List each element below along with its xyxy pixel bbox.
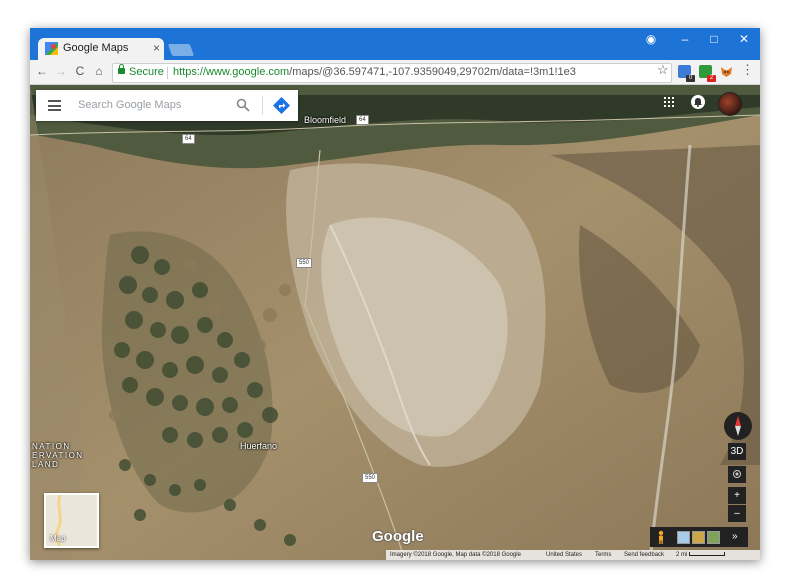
- road-shield-64-west: 64: [182, 134, 195, 144]
- search-divider: [262, 96, 263, 115]
- google-maps-favicon-icon: [45, 42, 58, 55]
- google-logo: Google: [372, 528, 424, 545]
- zoom-in-button[interactable]: +: [728, 487, 746, 504]
- minimize-button[interactable]: –: [676, 32, 694, 46]
- reservation-line-1: NATION: [32, 442, 71, 451]
- close-window-button[interactable]: ✕: [735, 32, 753, 46]
- search-input[interactable]: Search Google Maps: [78, 99, 181, 111]
- back-button[interactable]: ←: [35, 64, 49, 78]
- compass-button[interactable]: [724, 412, 752, 440]
- map-label-huerfano[interactable]: Huerfano: [240, 441, 277, 451]
- map-label-reservation: NATION ERVATION LAND: [32, 442, 84, 469]
- layers-bar: »: [650, 527, 748, 547]
- tab-close-icon[interactable]: ×: [153, 41, 160, 55]
- layer-thumb-water[interactable]: [677, 531, 690, 544]
- pegman-icon[interactable]: [656, 530, 666, 544]
- terms-link[interactable]: Terms: [595, 550, 611, 560]
- layer-thumb-terrain[interactable]: [692, 531, 705, 544]
- scale-label[interactable]: 2 mi: [676, 550, 687, 560]
- apps-grid-icon[interactable]: [664, 97, 674, 107]
- bookmark-star-icon[interactable]: ☆: [657, 63, 669, 77]
- search-icon[interactable]: [236, 98, 250, 112]
- reservation-line-2: ERVATION: [32, 451, 84, 460]
- profile-icon[interactable]: ◉: [642, 32, 660, 46]
- extension-icon-1[interactable]: 0: [678, 65, 695, 82]
- 3d-toggle-button[interactable]: 3D: [728, 443, 746, 460]
- reload-button[interactable]: C: [73, 64, 87, 78]
- menu-icon[interactable]: [48, 100, 61, 111]
- compass-icon: [735, 416, 741, 436]
- forward-button[interactable]: →: [54, 64, 68, 78]
- secure-label: Secure: [129, 66, 164, 78]
- browser-menu-icon[interactable]: ⋮: [741, 63, 754, 77]
- send-feedback-link[interactable]: Send feedback: [624, 550, 664, 560]
- url-path: /maps/@36.597471,-107.9359049,29702m/dat…: [289, 66, 576, 78]
- road-shield-64-bloomfield: 64: [356, 115, 369, 125]
- extension-badge-1: 0: [686, 75, 695, 82]
- search-box[interactable]: Search Google Maps: [36, 90, 298, 121]
- map-footer: Imagery ©2018 Google, Map data ©2018 Goo…: [386, 550, 760, 560]
- tab-google-maps[interactable]: Google Maps ×: [38, 38, 164, 60]
- url-text[interactable]: https://www.google.com/maps/@36.597471,-…: [173, 66, 576, 78]
- maximize-button[interactable]: □: [705, 32, 723, 46]
- extension-badge-2: 2: [707, 75, 716, 82]
- my-location-icon: [733, 470, 741, 478]
- road-shield-550-north: 550: [296, 258, 313, 268]
- minimap-label: Map: [50, 534, 66, 543]
- country-link[interactable]: United States: [546, 550, 582, 560]
- browser-toolbar: ← → C ⌂ Secure https://www.google.com/ma…: [30, 60, 760, 85]
- satellite-imagery: [30, 85, 760, 560]
- map-type-toggle[interactable]: Map: [44, 493, 99, 548]
- home-button[interactable]: ⌂: [92, 64, 106, 78]
- lock-icon: [118, 64, 125, 74]
- road-shield-550-south: 550: [362, 473, 379, 483]
- extension-icon-2[interactable]: 2: [699, 65, 716, 82]
- notifications-bell-icon[interactable]: [691, 95, 705, 109]
- scale-bar: [689, 552, 725, 556]
- layer-thumb-satellite[interactable]: [707, 531, 720, 544]
- expand-layers-icon[interactable]: »: [732, 530, 738, 544]
- map-label-bloomfield[interactable]: Bloomfield: [304, 115, 346, 125]
- title-bar: Google Maps × ◉ – □ ✕: [30, 28, 760, 60]
- zoom-out-button[interactable]: –: [728, 505, 746, 522]
- browser-window: Google Maps × ◉ – □ ✕ ← → C ⌂ Secure htt…: [30, 28, 760, 560]
- reservation-line-3: LAND: [32, 460, 60, 469]
- fox-extension-icon[interactable]: [720, 65, 733, 78]
- url-host: https://www.google.com: [173, 66, 290, 78]
- account-avatar[interactable]: [718, 92, 742, 116]
- address-bar[interactable]: Secure https://www.google.com/maps/@36.5…: [112, 63, 672, 83]
- tab-title: Google Maps: [63, 42, 129, 54]
- new-tab-button[interactable]: [167, 44, 195, 56]
- address-separator: [167, 67, 168, 79]
- satellite-map[interactable]: Search Google Maps Bloomfield 64 64 550 …: [30, 85, 760, 560]
- directions-icon[interactable]: [273, 97, 290, 114]
- imagery-attribution: Imagery ©2018 Google, Map data ©2018 Goo…: [390, 552, 521, 558]
- my-location-button[interactable]: [728, 466, 746, 483]
